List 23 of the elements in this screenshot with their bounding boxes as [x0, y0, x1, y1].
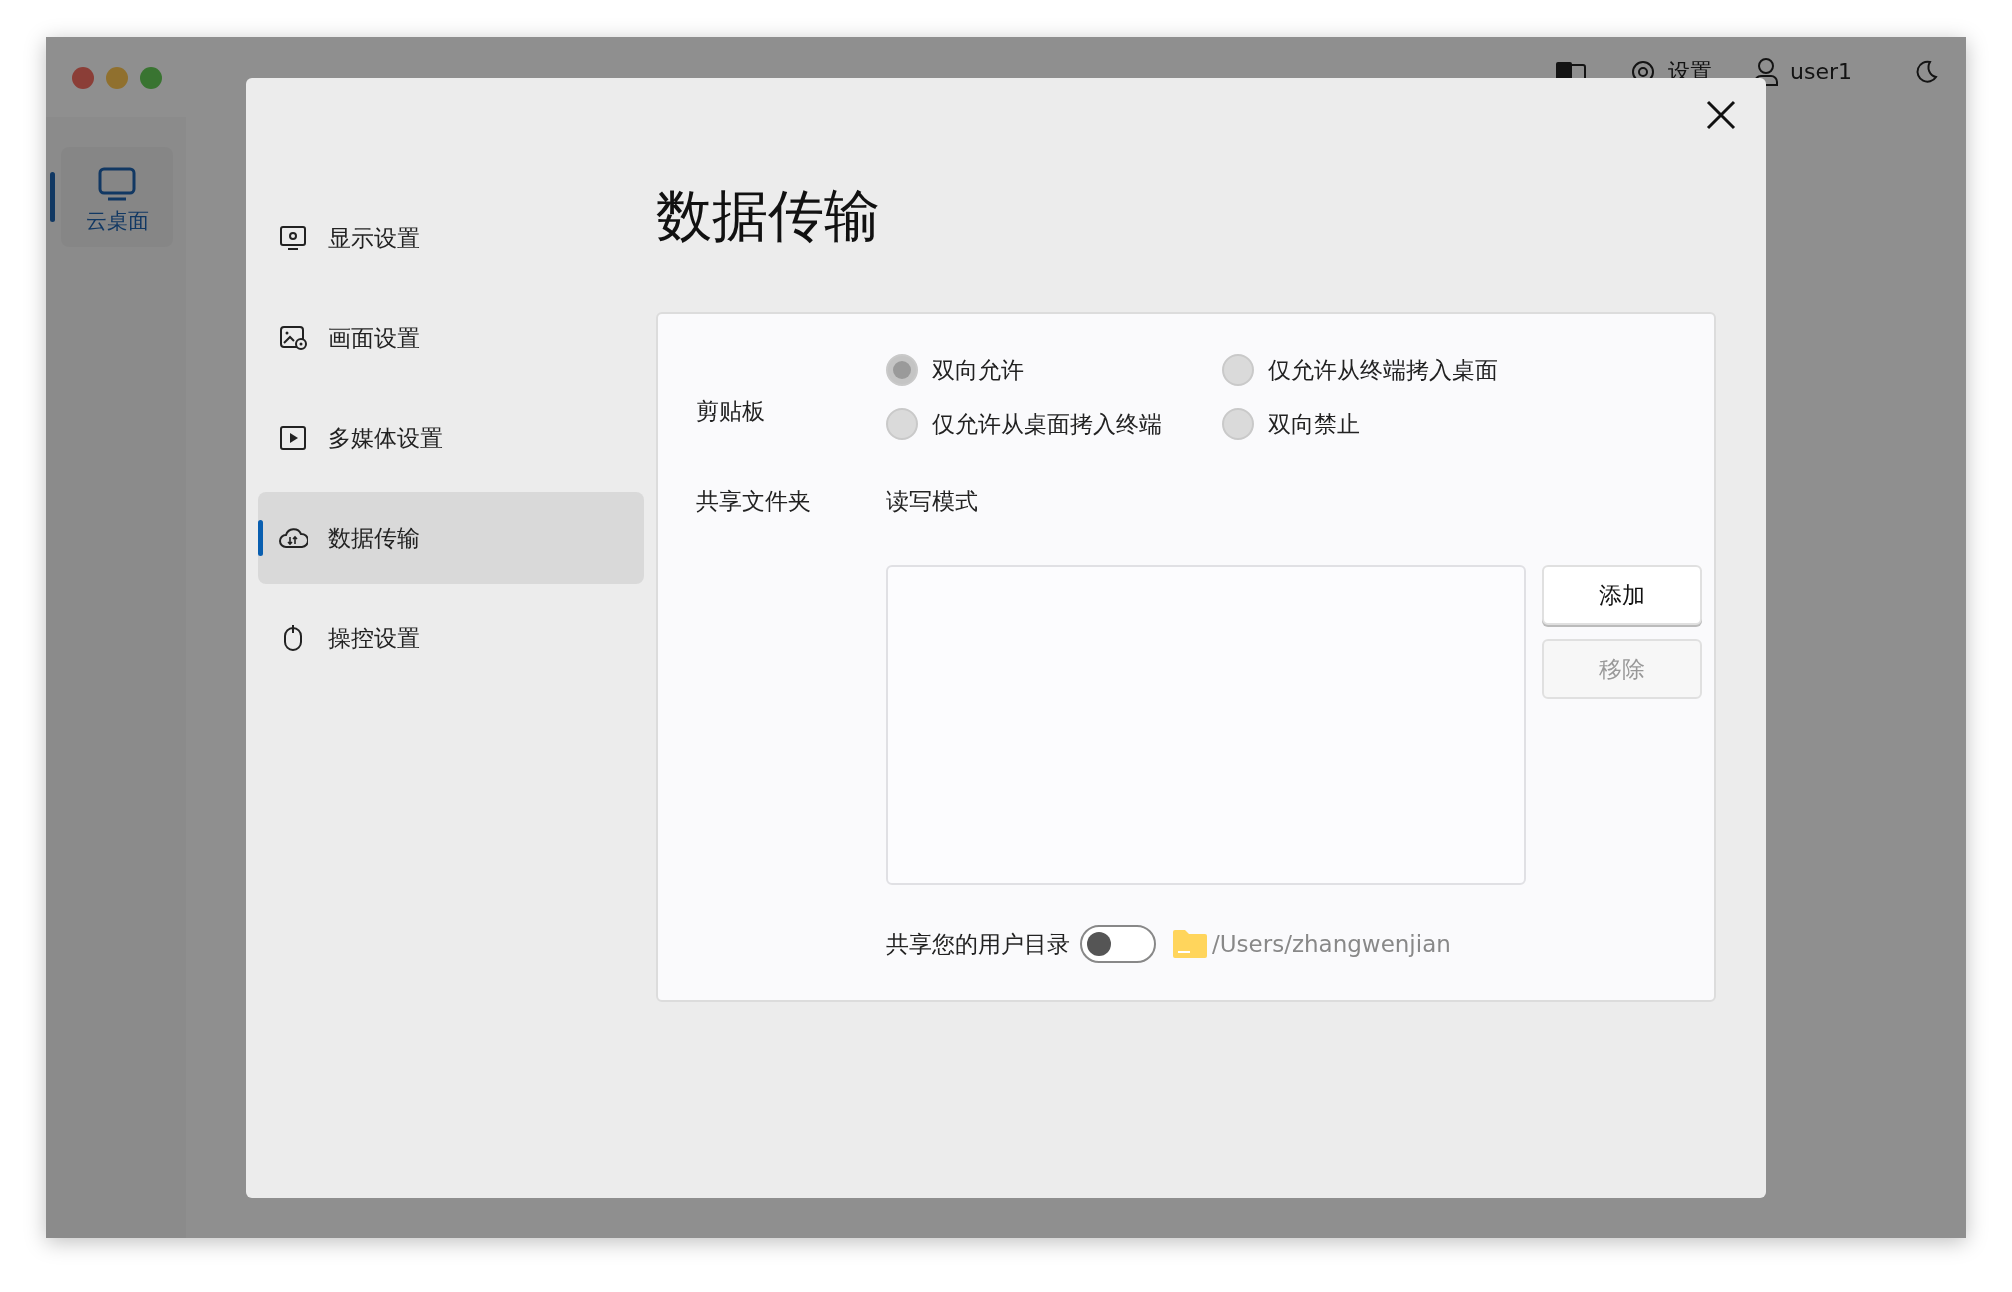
image-icon [278, 323, 308, 353]
mode-label: 读写模式 [886, 487, 979, 516]
monitor-icon [278, 223, 308, 253]
menu-item[interactable]: 多媒体设置 [258, 392, 644, 484]
toggle-switch[interactable] [1080, 925, 1156, 963]
add-button[interactable]: 添加 [1542, 565, 1702, 625]
share-home-label: 共享您的用户目录 [886, 929, 1070, 959]
menu-item[interactable]: 画面设置 [258, 292, 644, 384]
menu-item[interactable]: 数据传输 [258, 492, 644, 584]
page-title: 数据传输 [656, 182, 881, 250]
clipboard-label: 剪贴板 [696, 397, 766, 426]
monitor-icon [98, 167, 136, 201]
menu-item[interactable]: 操控设置 [258, 592, 644, 684]
shared-folder-label: 共享文件夹 [696, 487, 812, 516]
radio-option[interactable]: 仅允许从终端拷入桌面 [1222, 354, 1498, 386]
radio-option[interactable]: 双向允许 [886, 354, 1222, 386]
folder-path: /Users/zhangwenjian [1212, 931, 1451, 957]
radio-option[interactable]: 仅允许从桌面拷入终端 [886, 408, 1222, 440]
selection-indicator [50, 172, 55, 222]
play-icon [278, 423, 308, 453]
radio-option[interactable]: 双向禁止 [1222, 408, 1498, 440]
folder-icon [1172, 929, 1208, 959]
menu-item[interactable]: 显示设置 [258, 192, 644, 284]
